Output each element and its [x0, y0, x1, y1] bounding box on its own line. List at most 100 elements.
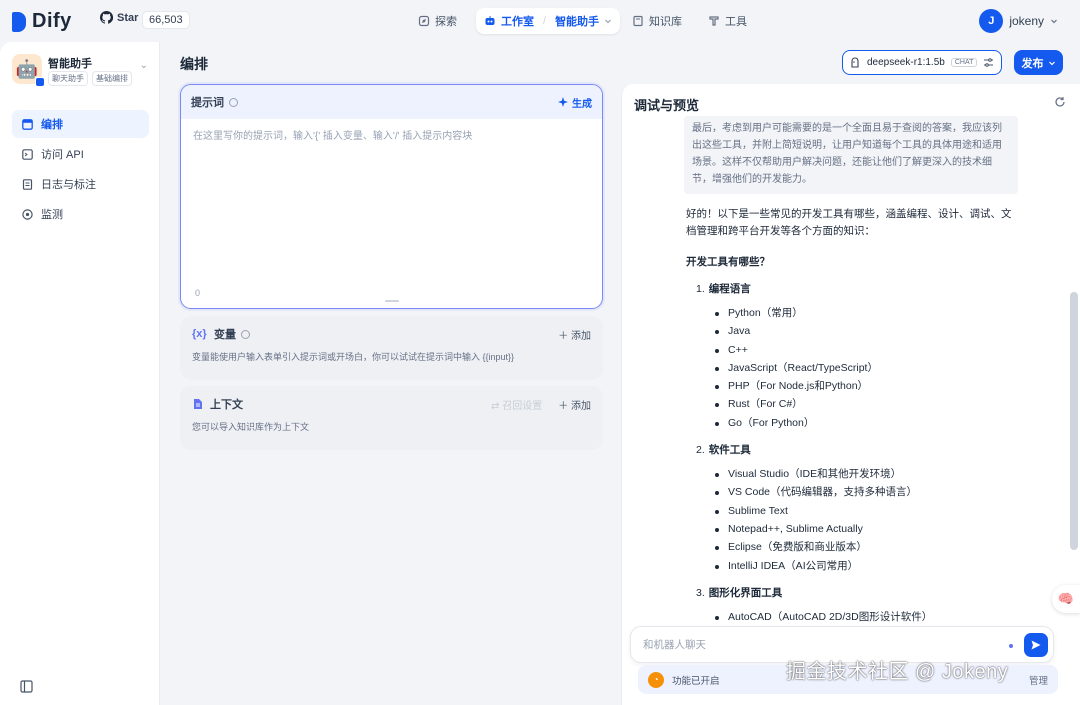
app-tag: 基础编排	[92, 71, 132, 86]
nav-tools-label: 工具	[725, 16, 747, 28]
brain-assistant-icon[interactable]: 🧠	[1052, 585, 1080, 613]
bot-message: 好的！以下是一些常见的开发工具有哪些，涵盖编程、设计、调试、文档管理和跨平台开发…	[684, 194, 1018, 626]
prompt-label: 提示词	[191, 97, 224, 109]
list-item: Rust（For C#）	[714, 395, 1016, 413]
retrieval-settings-label: 召回设置	[502, 400, 543, 412]
context-description: 您可以导入知识库作为上下文	[192, 422, 310, 432]
chat-input-placeholder: 和机器人聊天	[643, 639, 706, 651]
add-context-button[interactable]: ＋ 添加	[558, 397, 591, 412]
list-item: Visual Studio（IDE和其他开发环境）	[714, 465, 1016, 483]
app-name: 智能助手	[48, 58, 92, 70]
section-title-text: 图形化界面工具	[708, 586, 783, 599]
wrench-icon	[709, 16, 719, 26]
list-item: AutoCAD（AutoCAD 2D/3D图形设计软件）	[714, 608, 1016, 626]
add-variable-label: 添加	[571, 330, 591, 342]
variables-description: 变量能使用户输入表单引入提示词或开场白，你可以试试在提示词中输入 {{input…	[192, 352, 515, 362]
list-item: Python（常用）	[714, 304, 1016, 322]
top-bar: Dify Star 66,503 探索 工作室 / 智能助手 知识库 工具 J …	[0, 0, 1080, 42]
send-icon	[1031, 640, 1041, 650]
debug-preview-panel: 调试与预览 最后，考虑到用户可能需要的是一个全面且易于查阅的答案，我应该列出这些…	[621, 84, 1080, 705]
chevron-updown-icon[interactable]: ⌄	[140, 60, 148, 71]
document-icon	[22, 178, 33, 190]
sidebar-item-api[interactable]: 访问 API	[12, 140, 149, 168]
list-item: PHP（For Node.js和Python）	[714, 377, 1016, 395]
list-item: Sublime Text	[714, 502, 1016, 520]
dify-logo[interactable]: Dify	[12, 10, 72, 33]
app-type-badge-icon	[35, 77, 45, 87]
sidebar-item-orchestrate[interactable]: 编排	[12, 110, 149, 138]
sidebar-toggle-icon	[20, 680, 33, 693]
reply-intro: 好的！以下是一些常见的开发工具有哪些，涵盖编程、设计、调试、文档管理和跨平台开发…	[686, 208, 1012, 237]
sidebar-item-label: 编排	[41, 119, 63, 131]
nav-explore[interactable]: 探索	[410, 8, 465, 34]
settings-sliders-icon[interactable]	[983, 57, 994, 68]
compass-icon	[418, 15, 430, 27]
section-title: 2. 软件工具	[696, 442, 1016, 459]
publish-button[interactable]: 发布	[1014, 50, 1063, 75]
chevron-down-icon	[1048, 61, 1055, 65]
sidebar-item-label: 日志与标注	[41, 179, 96, 191]
nav-separator: /	[543, 15, 547, 27]
list-item: Notepad++, Sublime Actually	[714, 520, 1016, 538]
robot-face-icon: 🤖	[15, 58, 39, 79]
list-item: C++	[714, 341, 1016, 359]
retrieval-settings-button[interactable]: ⇄ 召回设置	[491, 397, 542, 412]
add-variable-button[interactable]: ＋ 添加	[558, 327, 591, 342]
section-title: 1. 编程语言	[696, 281, 1016, 298]
watermark: 掘金技术社区 @ Jokeny	[786, 661, 1009, 683]
sidebar-item-label: 监测	[41, 209, 63, 221]
sidebar-nav: 编排 访问 API 日志与标注 监测	[12, 110, 149, 230]
nav-studio[interactable]: 工作室 / 智能助手	[476, 8, 621, 34]
variables-panel: {x} 变量 ＋ 添加 变量能使用户输入表单引入提示词或开场白，你可以试试在提示…	[180, 316, 603, 380]
page-title: 编排	[180, 56, 208, 72]
section-number: 1.	[696, 283, 705, 295]
feature-manage-button[interactable]: 管理	[1029, 673, 1048, 687]
variables-title: 变量	[214, 329, 236, 341]
prompt-char-count: 0	[195, 288, 201, 298]
nav-knowledge[interactable]: 知识库	[624, 8, 690, 34]
refresh-icon	[1055, 97, 1065, 107]
user-menu[interactable]: J jokeny	[979, 9, 1058, 33]
chevron-down-icon	[1051, 19, 1057, 24]
list-item: Java	[714, 322, 1016, 340]
section-number: 3.	[696, 586, 705, 599]
generate-button[interactable]: 生成	[558, 95, 592, 110]
resize-handle[interactable]	[385, 300, 399, 302]
info-icon[interactable]	[229, 97, 238, 107]
chevron-down-icon[interactable]	[604, 17, 612, 25]
chat-scrollbar[interactable]	[1070, 292, 1078, 550]
layout-icon	[22, 118, 33, 130]
feature-icon: ◔	[648, 671, 664, 688]
github-star-button[interactable]: Star	[100, 11, 138, 24]
restart-button[interactable]	[1054, 96, 1066, 108]
list-item: Go（For Python）	[714, 414, 1016, 432]
variable-icon: {x}	[192, 328, 207, 340]
nav-knowledge-label: 知识库	[649, 16, 682, 28]
nav-tools[interactable]: 工具	[700, 8, 755, 34]
send-button[interactable]	[1024, 633, 1048, 657]
sidebar-item-monitor[interactable]: 监测	[12, 200, 149, 228]
brand-name: Dify	[32, 10, 72, 32]
info-icon[interactable]	[241, 329, 250, 339]
github-icon	[100, 11, 113, 24]
collapse-sidebar-button[interactable]	[20, 680, 33, 693]
model-name: deepseek-r1:1.5b	[867, 57, 945, 68]
publish-label: 发布	[1021, 57, 1044, 70]
sidebar-item-logs[interactable]: 日志与标注	[12, 170, 149, 198]
feature-status: 功能已开启	[672, 675, 720, 687]
nav-studio-app-label[interactable]: 智能助手	[555, 13, 599, 29]
monitor-icon	[22, 208, 33, 220]
prompt-input[interactable]: 在这里写你的提示词，输入'{' 插入变量、输入'/' 插入提示内容块	[181, 119, 602, 150]
prompt-editor[interactable]: 提示词 生成 在这里写你的提示词，输入'{' 插入变量、输入'/' 插入提示内容…	[180, 84, 603, 309]
section-number: 2.	[696, 444, 705, 457]
user-name: jokeny	[1009, 14, 1044, 28]
debug-title: 调试与预览	[634, 98, 700, 113]
app-selector[interactable]: 🤖 智能助手 聊天助手 基础编排 ⌄	[12, 54, 152, 90]
bullet-list: Visual Studio（IDE和其他开发环境） VS Code（代码编辑器，…	[714, 465, 1016, 575]
logo-mark-icon	[12, 11, 26, 32]
context-title: 上下文	[210, 399, 243, 411]
sidebar-item-label: 访问 API	[41, 149, 84, 161]
chat-messages: 最后，考虑到用户可能需要的是一个全面且易于查阅的答案，我应该列出这些工具，并附上…	[684, 116, 1018, 626]
sparkle-icon	[558, 97, 568, 107]
model-selector[interactable]: deepseek-r1:1.5b CHAT	[842, 50, 1002, 75]
